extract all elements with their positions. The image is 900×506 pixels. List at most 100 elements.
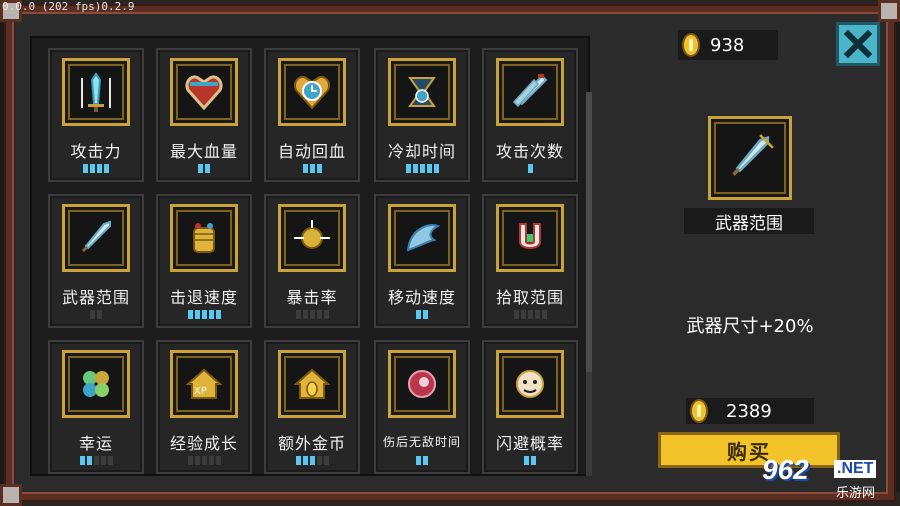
sword-icon [81, 72, 111, 112]
upgrade-icon-frame [496, 58, 564, 126]
level-pip-empty [513, 310, 519, 319]
upgrade-icon-frame [278, 204, 346, 272]
upgrade-card[interactable]: 移动速度 [374, 194, 470, 328]
upgrade-icon-frame [496, 350, 564, 418]
level-pip-filled [316, 164, 322, 173]
upgrade-icon-frame [170, 58, 238, 126]
level-pip-empty [97, 310, 102, 319]
upgrade-label: 经验成长 [169, 434, 238, 453]
upgrade-icon-frame [388, 204, 456, 272]
level-pip-filled [416, 456, 421, 465]
upgrade-price: 2389 [686, 398, 814, 424]
upgrade-card[interactable]: 攻击力 [48, 48, 144, 182]
upgrade-level-pips [378, 310, 466, 319]
upgrade-label: 武器范围 [61, 288, 130, 307]
upgrade-price-value: 2389 [726, 400, 772, 422]
level-pip-filled [201, 310, 207, 319]
upgrade-label: 自动回血 [277, 142, 346, 161]
upgrade-card[interactable]: 击退速度 [156, 194, 252, 328]
upgrade-card[interactable]: 伤后无敌时间 [374, 340, 470, 474]
level-pip-empty [295, 310, 301, 319]
heart-clock-icon [294, 76, 330, 110]
level-pip-empty [208, 456, 214, 465]
upgrade-card[interactable]: 最大血量 [156, 48, 252, 182]
level-pip-filled [187, 310, 193, 319]
upgrade-level-pips [268, 164, 356, 173]
level-pip-empty [316, 456, 322, 465]
watermark-cn: 乐游网 [836, 486, 876, 501]
level-pip-empty [302, 310, 308, 319]
watermark-number: 962 [762, 454, 809, 485]
upgrade-icon-frame [496, 204, 564, 272]
level-pip-empty [100, 456, 106, 465]
upgrade-card[interactable]: XP 经验成长 [156, 340, 252, 474]
upgrade-level-pips [268, 456, 356, 465]
wing-icon [406, 224, 441, 252]
upgrade-level-pips [378, 164, 466, 173]
upgrade-label: 移动速度 [387, 288, 456, 307]
level-pip-filled [90, 164, 95, 173]
upgrade-level-pips [160, 164, 248, 173]
weapon-range-icon [82, 220, 111, 252]
upgrade-card[interactable]: 武器范围 [48, 194, 144, 328]
upgrade-level-pips [52, 456, 140, 465]
level-pip-empty [541, 310, 547, 319]
upgrade-card[interactable]: 暴击率 [264, 194, 360, 328]
selected-upgrade-name: 武器范围 [684, 208, 814, 234]
clover-icon [83, 371, 109, 397]
upgrade-level-pips [160, 456, 248, 465]
weapon-range-icon [732, 134, 774, 176]
level-pip-filled [302, 456, 308, 465]
upgrade-label: 拾取范围 [495, 288, 564, 307]
level-pip-empty [534, 310, 540, 319]
level-pip-empty [527, 310, 533, 319]
level-pip-filled [198, 164, 203, 173]
level-pip-filled [419, 164, 425, 173]
scrollbar-thumb[interactable] [586, 92, 592, 372]
upgrade-icon-frame [278, 350, 346, 418]
frame-corner [878, 0, 900, 22]
gold-coin-icon [682, 33, 700, 57]
watermark-net: .NET [834, 460, 877, 478]
level-pip-filled [205, 164, 210, 173]
level-pip-filled [104, 164, 109, 173]
close-button[interactable] [836, 22, 880, 66]
upgrade-card[interactable]: 拾取范围 [482, 194, 578, 328]
level-pip-filled [416, 310, 421, 319]
coin-balance: 938 [678, 30, 778, 60]
upgrade-card[interactable]: 额外金币 [264, 340, 360, 474]
selected-upgrade-description: 武器尺寸+20% [686, 316, 814, 337]
upgrade-card[interactable]: 闪避概率 [482, 340, 578, 474]
level-pip-filled [531, 456, 536, 465]
upgrade-card[interactable]: 幸运 [48, 340, 144, 474]
level-pip-empty [194, 456, 200, 465]
level-pip-empty [90, 310, 95, 319]
close-x-icon [844, 30, 872, 58]
frame-corner [0, 484, 22, 506]
upgrade-card[interactable]: 自动回血 [264, 48, 360, 182]
coin-balance-value: 938 [710, 34, 745, 56]
xp-icon: XP [185, 368, 223, 399]
selected-upgrade-icon [708, 116, 792, 200]
level-pip-empty [323, 456, 329, 465]
level-pip-filled [309, 164, 315, 173]
level-pip-empty [93, 456, 99, 465]
level-pip-filled [295, 456, 301, 465]
upgrade-label: 闪避概率 [495, 434, 564, 453]
upgrade-icon-frame [62, 58, 130, 126]
upgrade-level-pips [486, 164, 574, 173]
upgrade-icon-frame [388, 58, 456, 126]
upgrade-card[interactable]: 攻击次数 [482, 48, 578, 182]
upgrade-card[interactable]: 冷却时间 [374, 48, 470, 182]
upgrade-label: 额外金币 [277, 434, 346, 453]
upgrade-label: 冷却时间 [387, 142, 456, 161]
heart-icon [185, 75, 223, 111]
level-pip-empty [201, 456, 207, 465]
upgrade-level-pips [52, 310, 140, 319]
upgrade-level-pips [52, 164, 140, 173]
magnet-icon [519, 223, 541, 249]
upgrade-label: 暴击率 [286, 288, 338, 307]
level-pip-filled [79, 456, 85, 465]
upgrade-label: 攻击次数 [495, 142, 564, 161]
level-pip-empty [323, 310, 329, 319]
